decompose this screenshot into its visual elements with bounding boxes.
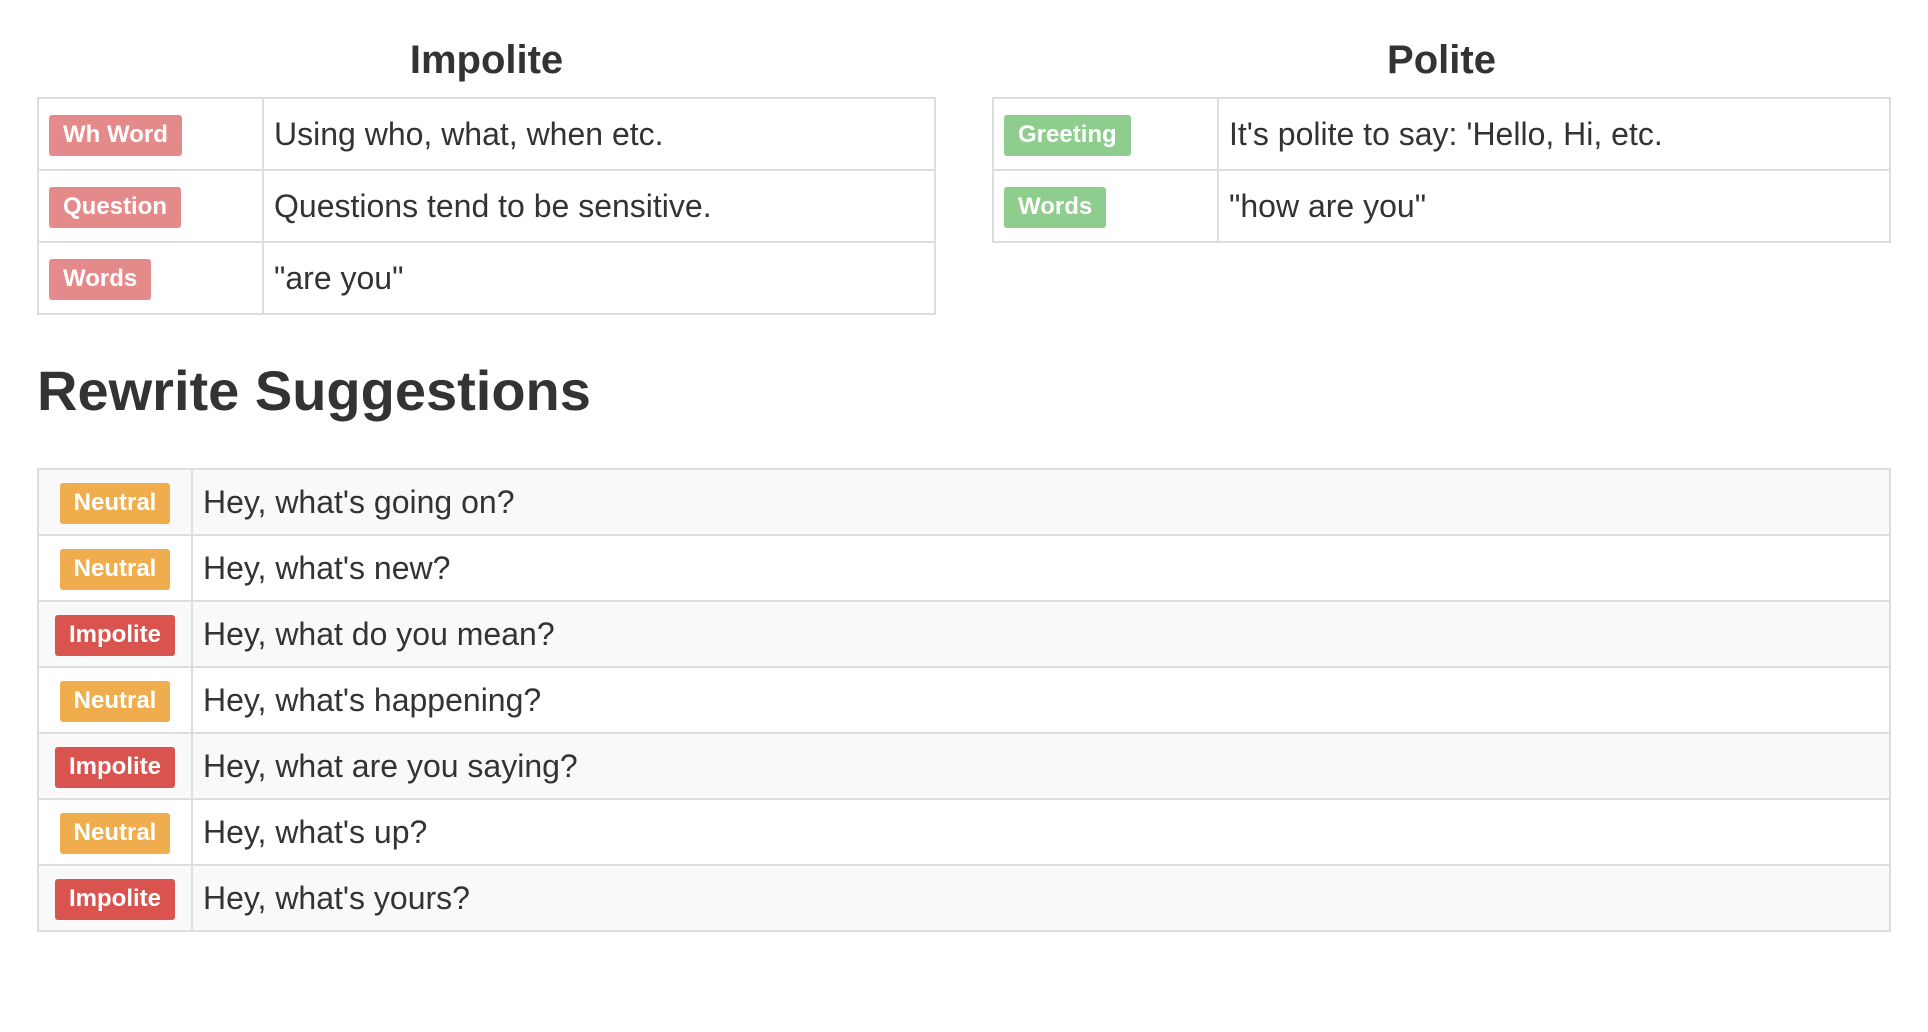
label-cell: Neutral xyxy=(37,468,193,536)
suggestion-row[interactable]: Neutral Hey, what's going on? xyxy=(37,468,1891,536)
label-cell: Impolite xyxy=(37,864,193,932)
table-row: Wh Word Using who, what, when etc. xyxy=(37,97,936,171)
label-cell: Greeting xyxy=(992,97,1219,171)
feature-tables-row: Impolite Wh Word Using who, what, when e… xyxy=(37,24,1891,315)
table-row: Question Questions tend to be sensitive. xyxy=(37,169,936,243)
label-cell: Words xyxy=(37,241,264,315)
neutral-badge: Neutral xyxy=(59,548,171,590)
page-container: Impolite Wh Word Using who, what, when e… xyxy=(37,24,1891,932)
suggestion-text[interactable]: Hey, what's yours? xyxy=(191,864,1891,932)
impolite-features-table: Wh Word Using who, what, when etc. Quest… xyxy=(37,97,936,315)
table-row: Greeting It's polite to say: 'Hello, Hi,… xyxy=(992,97,1891,171)
neutral-badge: Neutral xyxy=(59,680,171,722)
feature-description: "how are you" xyxy=(1217,169,1891,243)
suggestion-text[interactable]: Hey, what do you mean? xyxy=(191,600,1891,668)
table-row: Words "are you" xyxy=(37,241,936,315)
suggestion-row[interactable]: Impolite Hey, what are you saying? xyxy=(37,732,1891,800)
label-cell: Impolite xyxy=(37,600,193,668)
impolite-badge: Impolite xyxy=(54,878,175,920)
impolite-badge: Impolite xyxy=(54,746,175,788)
feature-label-greeting: Greeting xyxy=(1004,114,1131,156)
suggestion-row[interactable]: Neutral Hey, what's new? xyxy=(37,534,1891,602)
feature-description: Questions tend to be sensitive. xyxy=(262,169,936,243)
suggestion-text[interactable]: Hey, what are you saying? xyxy=(191,732,1891,800)
suggestion-row[interactable]: Impolite Hey, what do you mean? xyxy=(37,600,1891,668)
rewrite-suggestions-heading: Rewrite Suggestions xyxy=(37,359,591,422)
neutral-badge: Neutral xyxy=(59,812,171,854)
suggestion-row[interactable]: Neutral Hey, what's happening? xyxy=(37,666,1891,734)
label-cell: Wh Word xyxy=(37,97,264,171)
suggestion-text[interactable]: Hey, what's going on? xyxy=(191,468,1891,536)
feature-description: "are you" xyxy=(262,241,936,315)
neutral-badge: Neutral xyxy=(59,482,171,524)
table-row: Words "how are you" xyxy=(992,169,1891,243)
suggestion-row[interactable]: Neutral Hey, what's up? xyxy=(37,798,1891,866)
suggestion-row[interactable]: Impolite Hey, what's yours? xyxy=(37,864,1891,932)
suggestion-text[interactable]: Hey, what's happening? xyxy=(191,666,1891,734)
label-cell: Neutral xyxy=(37,666,193,734)
feature-description: Using who, what, when etc. xyxy=(262,97,936,171)
polite-column: Polite Greeting It's polite to say: 'Hel… xyxy=(992,24,1891,315)
label-cell: Question xyxy=(37,169,264,243)
feature-label-words: Words xyxy=(1004,186,1107,228)
feature-label-question: Question xyxy=(49,186,182,228)
impolite-column: Impolite Wh Word Using who, what, when e… xyxy=(37,24,936,315)
suggestion-text[interactable]: Hey, what's new? xyxy=(191,534,1891,602)
rewrite-suggestions-table: Neutral Hey, what's going on? Neutral He… xyxy=(37,468,1891,932)
label-cell: Neutral xyxy=(37,798,193,866)
label-cell: Impolite xyxy=(37,732,193,800)
feature-label-wh-word: Wh Word xyxy=(49,114,182,156)
polite-heading: Polite xyxy=(1387,38,1496,82)
feature-label-words: Words xyxy=(49,258,152,300)
feature-description: It's polite to say: 'Hello, Hi, etc. xyxy=(1217,97,1891,171)
label-cell: Words xyxy=(992,169,1219,243)
suggestion-text[interactable]: Hey, what's up? xyxy=(191,798,1891,866)
label-cell: Neutral xyxy=(37,534,193,602)
impolite-badge: Impolite xyxy=(54,614,175,656)
impolite-heading: Impolite xyxy=(409,38,564,82)
polite-features-table: Greeting It's polite to say: 'Hello, Hi,… xyxy=(992,97,1891,243)
